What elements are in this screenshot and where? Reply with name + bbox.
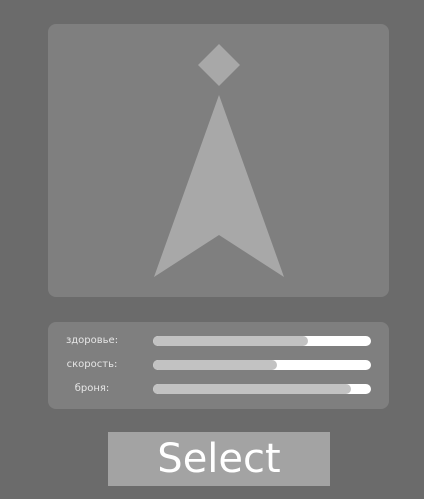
ship-arrow-icon xyxy=(154,95,284,277)
select-button[interactable]: Select xyxy=(108,432,330,486)
stat-bar-health xyxy=(153,336,371,346)
stat-bar-armor xyxy=(153,384,371,394)
stat-label-armor: броня: xyxy=(74,383,110,394)
stat-row-speed: скорость: xyxy=(48,356,389,374)
stat-bar-speed xyxy=(153,360,371,370)
stat-label-health: здоровье: xyxy=(65,335,119,346)
diamond-icon xyxy=(198,44,240,86)
ship-preview xyxy=(154,44,284,277)
ship-preview-panel xyxy=(48,24,389,297)
stat-bar-armor-fill xyxy=(153,384,352,394)
stat-bar-speed-fill xyxy=(153,360,278,370)
stats-panel: здоровье: скорость: броня: xyxy=(48,322,389,409)
ship-select-screen: здоровье: скорость: броня: Select xyxy=(0,0,424,499)
stat-label-speed: скорость: xyxy=(66,359,118,370)
stat-bar-health-fill xyxy=(153,336,308,346)
stat-row-health: здоровье: xyxy=(48,332,389,350)
stat-row-armor: броня: xyxy=(48,380,389,398)
